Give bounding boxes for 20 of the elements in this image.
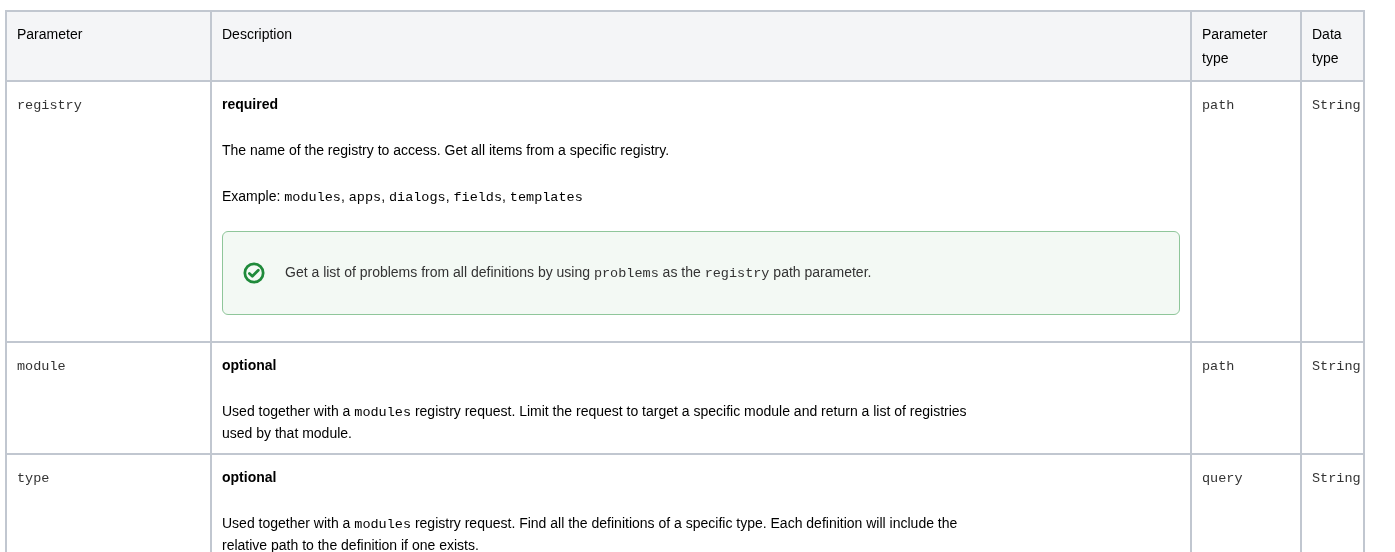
note-text: Get a list of problems from all definitions by using problems as the registry path parameter.: [285, 262, 872, 283]
table-cell: type: [6, 454, 211, 552]
table-cell: registry: [6, 81, 211, 342]
requirement-label: required: [222, 95, 278, 114]
check-circle-icon: [243, 262, 265, 284]
column-header: Parameter type: [1191, 11, 1301, 81]
table-cell: String: [1301, 342, 1364, 454]
description-text: The name of the registry to access. Get all items from a specific registry.: [222, 141, 671, 160]
description-text: Used together with a modules registry request. Limit the request to target a specific module and return a list of registries used by that module.: [222, 402, 968, 443]
description-text: Example: modules, apps, dialogs, fields, templates: [222, 187, 584, 207]
requirement-label: optional: [222, 468, 277, 487]
table-cell: String: [1301, 81, 1364, 342]
column-header: Parameter: [6, 11, 211, 81]
column-header: Description: [211, 11, 1191, 81]
column-header: Data type: [1301, 11, 1364, 81]
table-cell: module: [6, 342, 211, 454]
requirement-label: optional: [222, 356, 277, 375]
description-text: Used together with a modules registry request. Find all the definitions of a specific type. Each definition will include the relative path to the definition if one exists.: [222, 514, 959, 552]
table-cell: path: [1191, 342, 1301, 454]
table-cell: path: [1191, 81, 1301, 342]
